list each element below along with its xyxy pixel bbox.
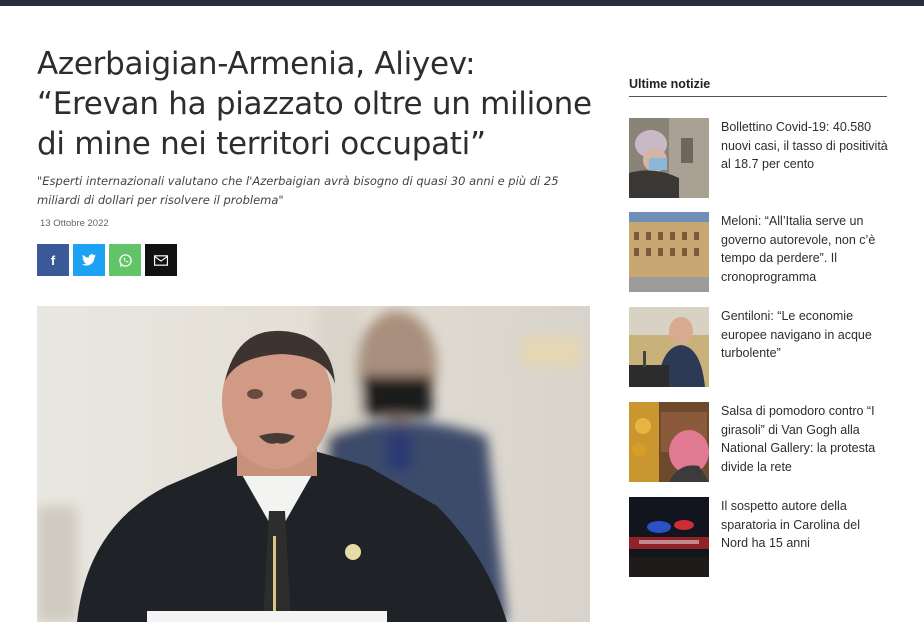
- whatsapp-share-button[interactable]: [109, 244, 141, 276]
- news-item-vangogh[interactable]: Salsa di pomodoro contro “I girasoli” di…: [629, 402, 889, 482]
- news-headline[interactable]: Bollettino Covid-19: 40.580 nuovi casi, …: [721, 118, 889, 198]
- news-thumbnail[interactable]: [629, 402, 709, 482]
- share-buttons: f: [37, 244, 177, 276]
- news-item-meloni[interactable]: Meloni: “All’Italia serve un governo aut…: [629, 212, 889, 292]
- facebook-icon: f: [50, 252, 56, 268]
- article-date: 13 Ottobre 2022: [40, 218, 109, 229]
- news-item-sparatoria[interactable]: Il sospetto autore della sparatoria in C…: [629, 497, 889, 577]
- news-headline[interactable]: Gentiloni: “Le economie europee navigano…: [721, 307, 889, 387]
- news-headline[interactable]: Salsa di pomodoro contro “I girasoli” di…: [721, 402, 889, 482]
- news-thumbnail[interactable]: [629, 497, 709, 577]
- twitter-icon: [82, 254, 96, 266]
- email-icon: [154, 254, 168, 266]
- whatsapp-icon: [118, 253, 132, 267]
- news-thumbnail[interactable]: [629, 212, 709, 292]
- facebook-share-button[interactable]: f: [37, 244, 69, 276]
- sidebar-heading: Ultime notizie: [629, 77, 887, 97]
- news-item-covid[interactable]: Bollettino Covid-19: 40.580 nuovi casi, …: [629, 118, 889, 198]
- news-thumbnail[interactable]: [629, 118, 709, 198]
- email-share-button[interactable]: [145, 244, 177, 276]
- top-bar: [0, 0, 924, 6]
- article-hero-image: [37, 306, 590, 622]
- news-item-gentiloni[interactable]: Gentiloni: “Le economie europee navigano…: [629, 307, 889, 387]
- aliyev-photo: [37, 306, 590, 622]
- twitter-share-button[interactable]: [73, 244, 105, 276]
- news-headline[interactable]: Il sospetto autore della sparatoria in C…: [721, 497, 889, 577]
- article-title: Azerbaigian-Armenia, Aliyev: “Erevan ha …: [37, 46, 592, 162]
- news-thumbnail[interactable]: [629, 307, 709, 387]
- article-subtitle: "Esperti internazionali valutano che l'A…: [37, 174, 559, 207]
- news-headline[interactable]: Meloni: “All’Italia serve un governo aut…: [721, 212, 889, 292]
